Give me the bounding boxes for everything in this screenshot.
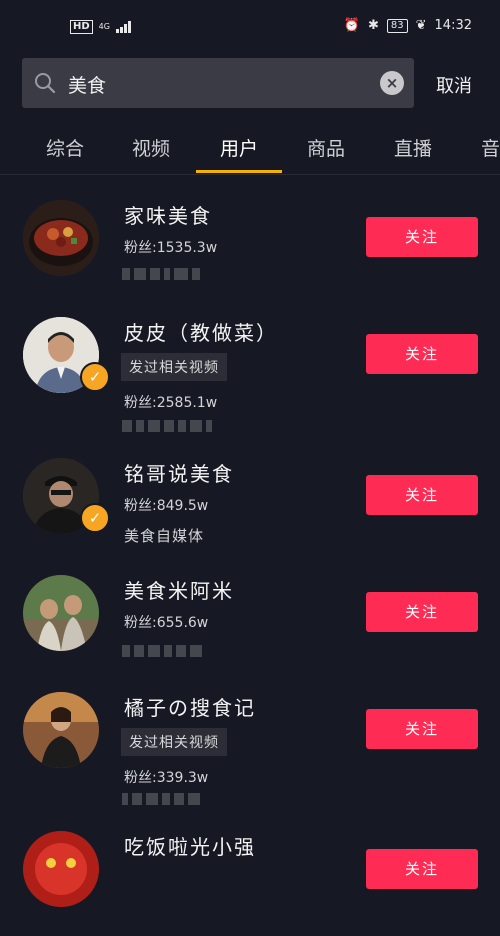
search-bar[interactable]: 美食 ×: [22, 58, 414, 108]
verified-badge-icon: ✓: [80, 362, 110, 392]
signal-icon: [115, 21, 131, 33]
fans-count: 粉丝:655.6w: [124, 615, 209, 631]
active-tab-indicator: [196, 170, 282, 173]
fans-count: 粉丝:339.3w: [124, 770, 209, 786]
fans-count: 粉丝:1535.3w: [124, 240, 218, 256]
clock: 14:32: [434, 18, 472, 33]
user-name: 美食米阿米: [124, 579, 234, 603]
follow-button[interactable]: 关注: [366, 475, 478, 515]
avatar[interactable]: [23, 831, 99, 907]
related-video-tag: 发过相关视频: [121, 353, 227, 381]
user-row[interactable]: ✓ 皮皮（教做菜） 发过相关视频 粉丝:2585.1w 关注: [0, 302, 500, 432]
alarm-icon: ⏰: [343, 18, 360, 33]
status-bar: HD 4G ⏰ ✱ 83 ❦ 14:32: [0, 0, 500, 48]
fans-count: 粉丝:849.5w: [124, 498, 209, 514]
bluetooth-icon: ✱: [367, 18, 379, 33]
battery-icon: 83: [386, 18, 408, 33]
user-row[interactable]: 吃饭啦光小强 关注: [0, 819, 500, 936]
hd-icon: HD: [70, 20, 93, 34]
redacted-text: [122, 265, 200, 283]
avatar[interactable]: [23, 200, 99, 276]
avatar[interactable]: [23, 575, 99, 651]
user-row[interactable]: 美食米阿米 粉丝:655.6w 关注: [0, 560, 500, 677]
user-row[interactable]: ✓ 铭哥说美食 粉丝:849.5w 美食自媒体 关注: [0, 443, 500, 560]
tab-users[interactable]: 用户: [220, 134, 258, 161]
redacted-text: [122, 417, 212, 435]
cancel-button[interactable]: 取消: [436, 72, 472, 98]
tab-products[interactable]: 商品: [307, 134, 345, 161]
food-bowl-image: [23, 200, 99, 276]
user-row[interactable]: 家味美食 粉丝:1535.3w 关注: [0, 185, 500, 302]
status-right: ⏰ ✱ 83 ❦ 14:32: [344, 18, 472, 33]
user-name: 家味美食: [124, 204, 212, 228]
status-left: HD 4G: [70, 20, 131, 34]
network-type: 4G: [98, 22, 110, 31]
verified-badge-icon: ✓: [80, 503, 110, 533]
redacted-text: [122, 642, 202, 660]
follow-button[interactable]: 关注: [366, 849, 478, 889]
tab-video[interactable]: 视频: [132, 134, 170, 161]
fans-count: 粉丝:2585.1w: [124, 395, 218, 411]
tab-live[interactable]: 直播: [394, 134, 432, 161]
search-input[interactable]: 美食: [68, 71, 106, 98]
search-tabs: 综合 视频 用户 商品 直播 音: [0, 130, 500, 175]
lion-mask-image: [23, 831, 99, 907]
search-icon: [35, 73, 56, 94]
user-description: 美食自媒体: [124, 527, 205, 545]
person-photo: [23, 692, 99, 768]
leaf-icon: ❦: [415, 18, 427, 33]
user-name: 铭哥说美食: [124, 462, 234, 486]
user-name: 皮皮（教做菜）: [124, 321, 278, 345]
clear-icon[interactable]: ×: [380, 71, 404, 95]
follow-button[interactable]: 关注: [366, 709, 478, 749]
follow-button[interactable]: 关注: [366, 217, 478, 257]
related-video-tag: 发过相关视频: [121, 728, 227, 756]
follow-button[interactable]: 关注: [366, 592, 478, 632]
user-row[interactable]: 橘子の搜食记 发过相关视频 粉丝:339.3w 关注: [0, 677, 500, 805]
redacted-text: [122, 790, 200, 808]
tab-music[interactable]: 音: [481, 134, 500, 161]
people-photo: [23, 575, 99, 651]
tab-comprehensive[interactable]: 综合: [46, 134, 84, 161]
user-name: 吃饭啦光小强: [124, 835, 256, 859]
avatar[interactable]: [23, 692, 99, 768]
follow-button[interactable]: 关注: [366, 334, 478, 374]
user-name: 橘子の搜食记: [124, 696, 256, 720]
